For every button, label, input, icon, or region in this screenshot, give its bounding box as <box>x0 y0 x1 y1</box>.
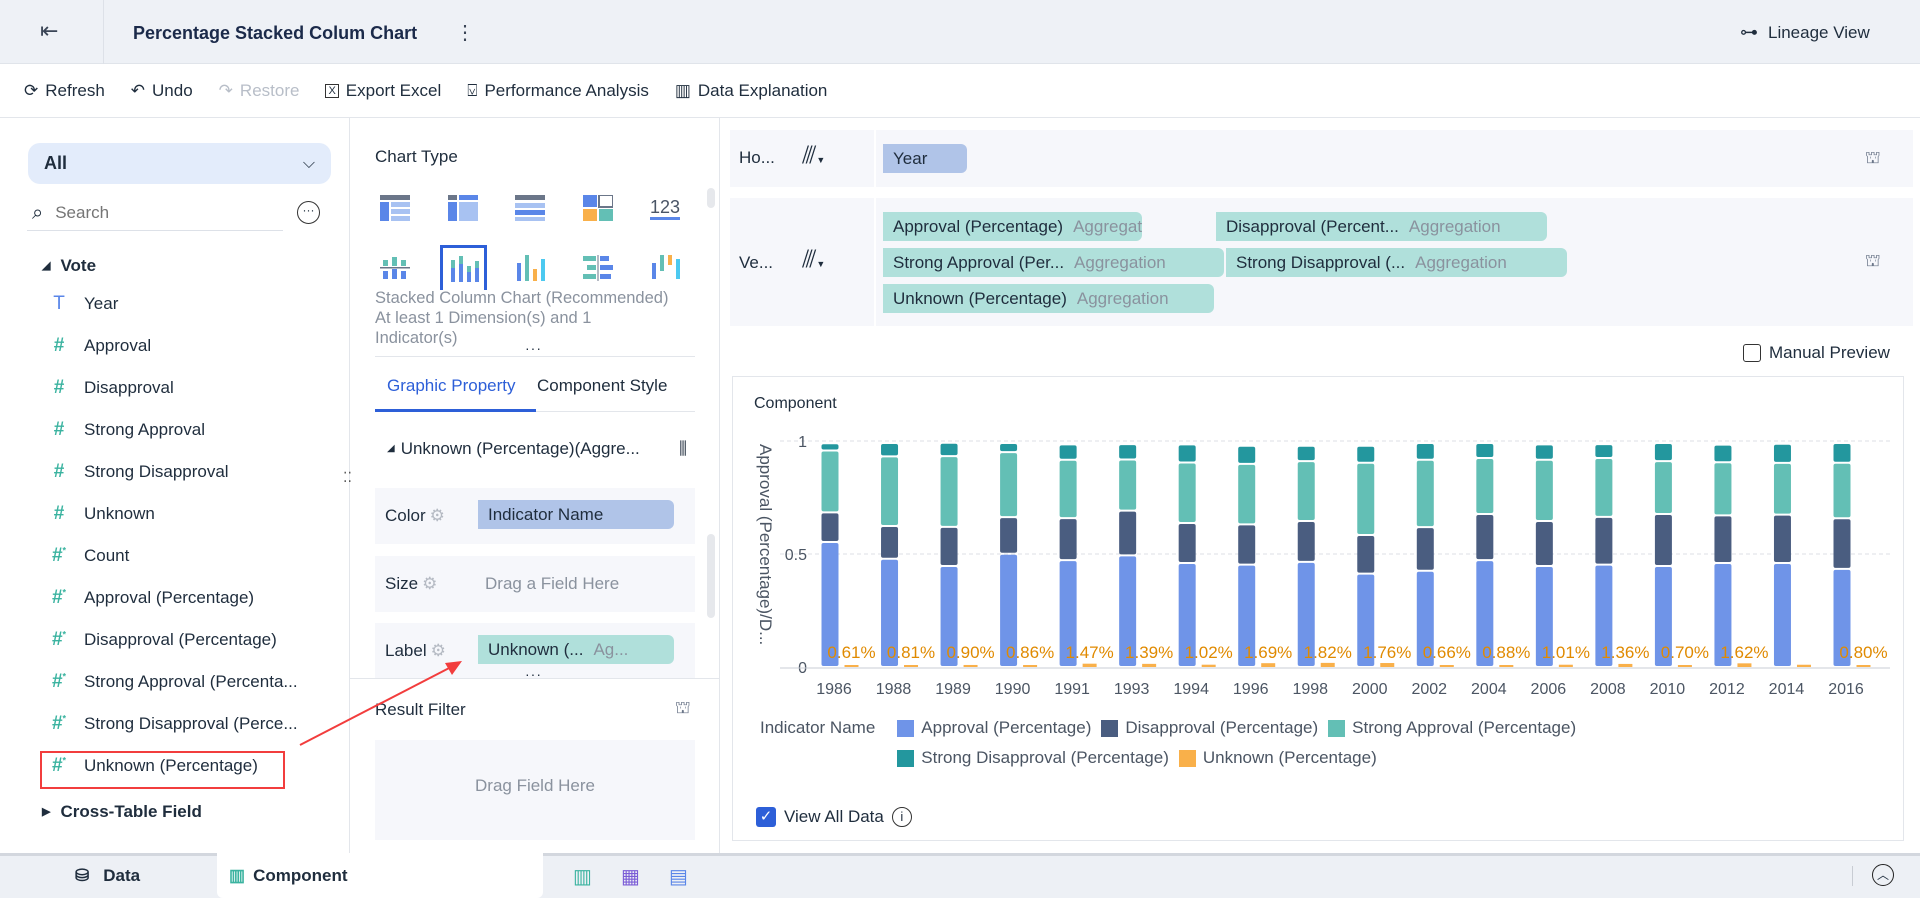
tab-component[interactable]: ▥ Component <box>217 853 543 898</box>
tab-label: Data <box>103 866 141 885</box>
add-dashboard-icon[interactable]: ▦ <box>621 864 640 889</box>
divider <box>1852 866 1853 886</box>
tab-data[interactable]: ⛁ Data <box>75 866 140 886</box>
bottom-bar: ⛁ Data ▥ Component ▥ ▦ ▤ ︿ <box>0 853 1920 898</box>
add-report-icon[interactable]: ▤ <box>669 864 688 889</box>
database-icon: ⛁ <box>75 866 90 885</box>
add-component-icon[interactable]: ▥ <box>573 864 592 889</box>
collapse-up-icon[interactable]: ︿ <box>1872 864 1894 886</box>
tab-label: Component <box>253 865 348 885</box>
annotation-arrow <box>299 661 462 746</box>
chart-icon: ▥ <box>229 865 246 885</box>
